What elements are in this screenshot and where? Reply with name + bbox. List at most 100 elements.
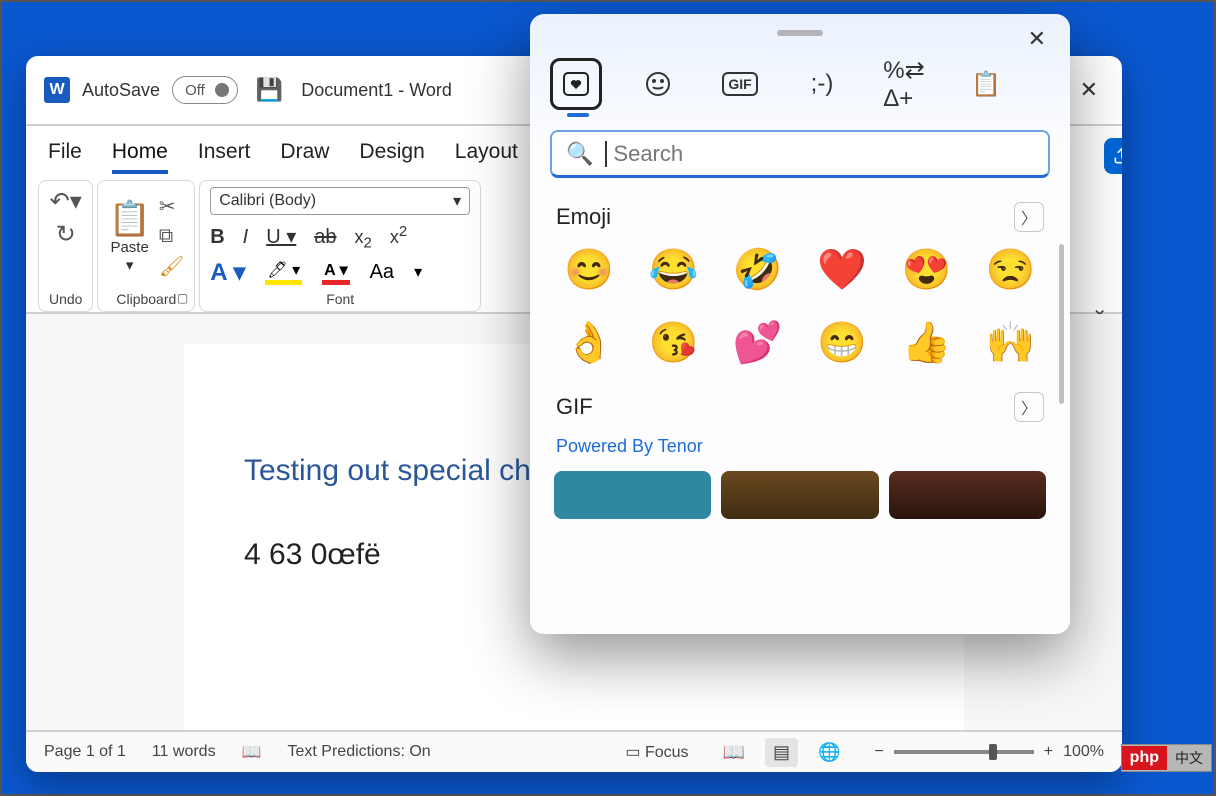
emoji-item[interactable]: 👍 — [897, 319, 955, 366]
emoji-item[interactable]: 🙌 — [982, 319, 1040, 366]
menu-file[interactable]: File — [48, 140, 82, 174]
tab-symbols[interactable]: %⇄Δ+ — [878, 58, 930, 110]
subscript-button[interactable]: x2 — [355, 227, 372, 252]
clipboard-history-icon: 📋 — [971, 70, 1001, 99]
menu-design[interactable]: Design — [359, 140, 424, 174]
smile-icon — [645, 71, 671, 97]
superscript-button[interactable]: x2 — [390, 223, 407, 248]
emoji-item[interactable]: 💕 — [729, 319, 787, 366]
emoji-item[interactable]: 😁 — [813, 319, 871, 366]
paste-chevron-icon: ▾ — [126, 256, 134, 274]
bold-button[interactable]: B — [210, 226, 224, 249]
paste-label: Paste — [110, 239, 148, 256]
site-badge: php 中文 — [1121, 744, 1212, 772]
cut-icon[interactable]: ✂ — [159, 194, 184, 219]
emoji-search-input[interactable]: 🔍 Search — [550, 130, 1050, 178]
emoji-item[interactable]: 😒 — [982, 246, 1040, 293]
emoji-item[interactable]: ❤️ — [813, 246, 871, 293]
menu-home[interactable]: Home — [112, 140, 168, 174]
ribbon-group-font: Calibri (Body) ▾ B I U ▾ ab x2 x2 A ▾ 🖊 … — [199, 180, 481, 312]
panel-close-icon[interactable]: ✕ — [1028, 26, 1046, 52]
tab-recent[interactable] — [550, 58, 602, 110]
share-button[interactable] — [1104, 138, 1122, 174]
chevron-down-icon: ▾ — [453, 191, 461, 211]
zoom-value[interactable]: 100% — [1063, 743, 1104, 761]
ribbon-group-clipboard: 📋 Paste ▾ ✂ ⧉ 🖌 Clipboard ▢ — [97, 180, 195, 312]
word-app-icon — [44, 77, 70, 103]
group-label-clipboard: Clipboard — [116, 287, 176, 307]
autosave-state: Off — [185, 82, 205, 99]
font-color-button[interactable]: A ▾ — [322, 260, 349, 285]
zoom-out-button[interactable]: − — [874, 743, 883, 761]
emoji-expand-arrow-icon[interactable]: 〉 — [1014, 202, 1044, 232]
tab-emoji[interactable] — [632, 58, 684, 110]
emoji-section-header: Emoji 〉 — [556, 202, 1044, 232]
italic-button[interactable]: I — [243, 226, 249, 249]
panel-grip[interactable] — [777, 30, 823, 36]
zoom-in-button[interactable]: + — [1044, 743, 1053, 761]
emoji-item[interactable]: 😊 — [560, 246, 618, 293]
close-window-icon[interactable]: ✕ — [1074, 71, 1104, 109]
gif-thumbnail[interactable] — [554, 471, 711, 519]
clipboard-launcher-icon[interactable]: ▢ — [177, 291, 188, 305]
change-case-button[interactable]: Aa — [370, 261, 394, 284]
view-switcher: 📖 ▤ 🌐 — [715, 738, 849, 767]
emoji-grid: 😊 😂 🤣 ❤️ 😍 😒 👌 😘 💕 😁 👍 🙌 — [550, 246, 1050, 386]
font-family-value: Calibri (Body) — [219, 192, 316, 210]
ribbon-group-undo: ↶▾ ↻ Undo — [38, 180, 93, 312]
gif-thumbnail[interactable] — [889, 471, 1046, 519]
font-family-select[interactable]: Calibri (Body) ▾ — [210, 187, 470, 215]
gif-section: GIF 〉 Powered By Tenor — [550, 386, 1050, 519]
emoji-panel: ✕ GIF ;-) %⇄Δ+ 📋 🔍 Search Emoji 〉 😊 😂 🤣 — [530, 14, 1070, 634]
paste-button[interactable]: 📋 Paste ▾ — [108, 199, 150, 274]
autosave-toggle[interactable]: Off — [172, 76, 238, 104]
gif-thumbnail[interactable] — [721, 471, 878, 519]
tab-clipboard-history[interactable]: 📋 — [960, 58, 1012, 110]
spellcheck-icon[interactable]: 📖 — [242, 742, 262, 762]
badge-brand: php — [1122, 746, 1167, 770]
case-chevron-icon: ▾ — [414, 262, 422, 282]
panel-scrollbar[interactable] — [1059, 244, 1064, 404]
read-mode-icon[interactable]: 📖 — [715, 738, 753, 767]
text-effects-button[interactable]: A ▾ — [210, 258, 245, 287]
emoji-item[interactable]: 😍 — [897, 246, 955, 293]
undo-icon[interactable]: ↶▾ — [50, 187, 82, 216]
menu-draw[interactable]: Draw — [280, 140, 329, 174]
emoji-section-title: Emoji — [556, 204, 611, 230]
zoom-slider[interactable] — [894, 750, 1034, 754]
status-bar: Page 1 of 1 11 words 📖 Text Predictions:… — [26, 730, 1122, 772]
autosave-label: AutoSave — [82, 80, 160, 101]
menu-layout[interactable]: Layout — [455, 140, 518, 174]
focus-mode-button[interactable]: ▭ Focus — [625, 742, 688, 762]
menu-insert[interactable]: Insert — [198, 140, 251, 174]
clipboard-icon: 📋 — [108, 199, 150, 239]
share-icon — [1112, 146, 1122, 166]
sticker-heart-icon — [562, 71, 590, 97]
strike-button[interactable]: ab — [314, 226, 336, 249]
save-icon[interactable]: 💾 — [250, 77, 289, 103]
underline-button[interactable]: U ▾ — [266, 224, 296, 249]
badge-tag: 中文 — [1167, 748, 1211, 768]
document-title: Document1 - Word — [301, 80, 452, 101]
gif-icon: GIF — [722, 72, 757, 96]
gif-expand-arrow-icon[interactable]: 〉 — [1014, 392, 1044, 422]
group-label-font: Font — [326, 287, 354, 307]
status-page[interactable]: Page 1 of 1 — [44, 743, 126, 761]
emoji-item[interactable]: 🤣 — [729, 246, 787, 293]
web-layout-icon[interactable]: 🌐 — [810, 738, 848, 767]
redo-icon[interactable]: ↻ — [56, 220, 76, 249]
zoom-thumb[interactable] — [989, 744, 997, 760]
status-predictions[interactable]: Text Predictions: On — [288, 743, 431, 761]
toggle-knob — [215, 83, 229, 97]
highlight-button[interactable]: 🖊 ▾ — [265, 260, 302, 285]
tab-gif[interactable]: GIF — [714, 58, 766, 110]
emoji-item[interactable]: 😂 — [644, 246, 702, 293]
tab-kaomoji[interactable]: ;-) — [796, 58, 848, 110]
emoji-item[interactable]: 👌 — [560, 319, 618, 366]
gif-powered-by[interactable]: Powered By Tenor — [556, 436, 1044, 457]
print-layout-icon[interactable]: ▤ — [765, 738, 798, 767]
format-painter-icon[interactable]: 🖌 — [159, 254, 184, 279]
emoji-item[interactable]: 😘 — [644, 319, 702, 366]
copy-icon[interactable]: ⧉ — [159, 225, 184, 248]
status-words[interactable]: 11 words — [152, 743, 216, 761]
